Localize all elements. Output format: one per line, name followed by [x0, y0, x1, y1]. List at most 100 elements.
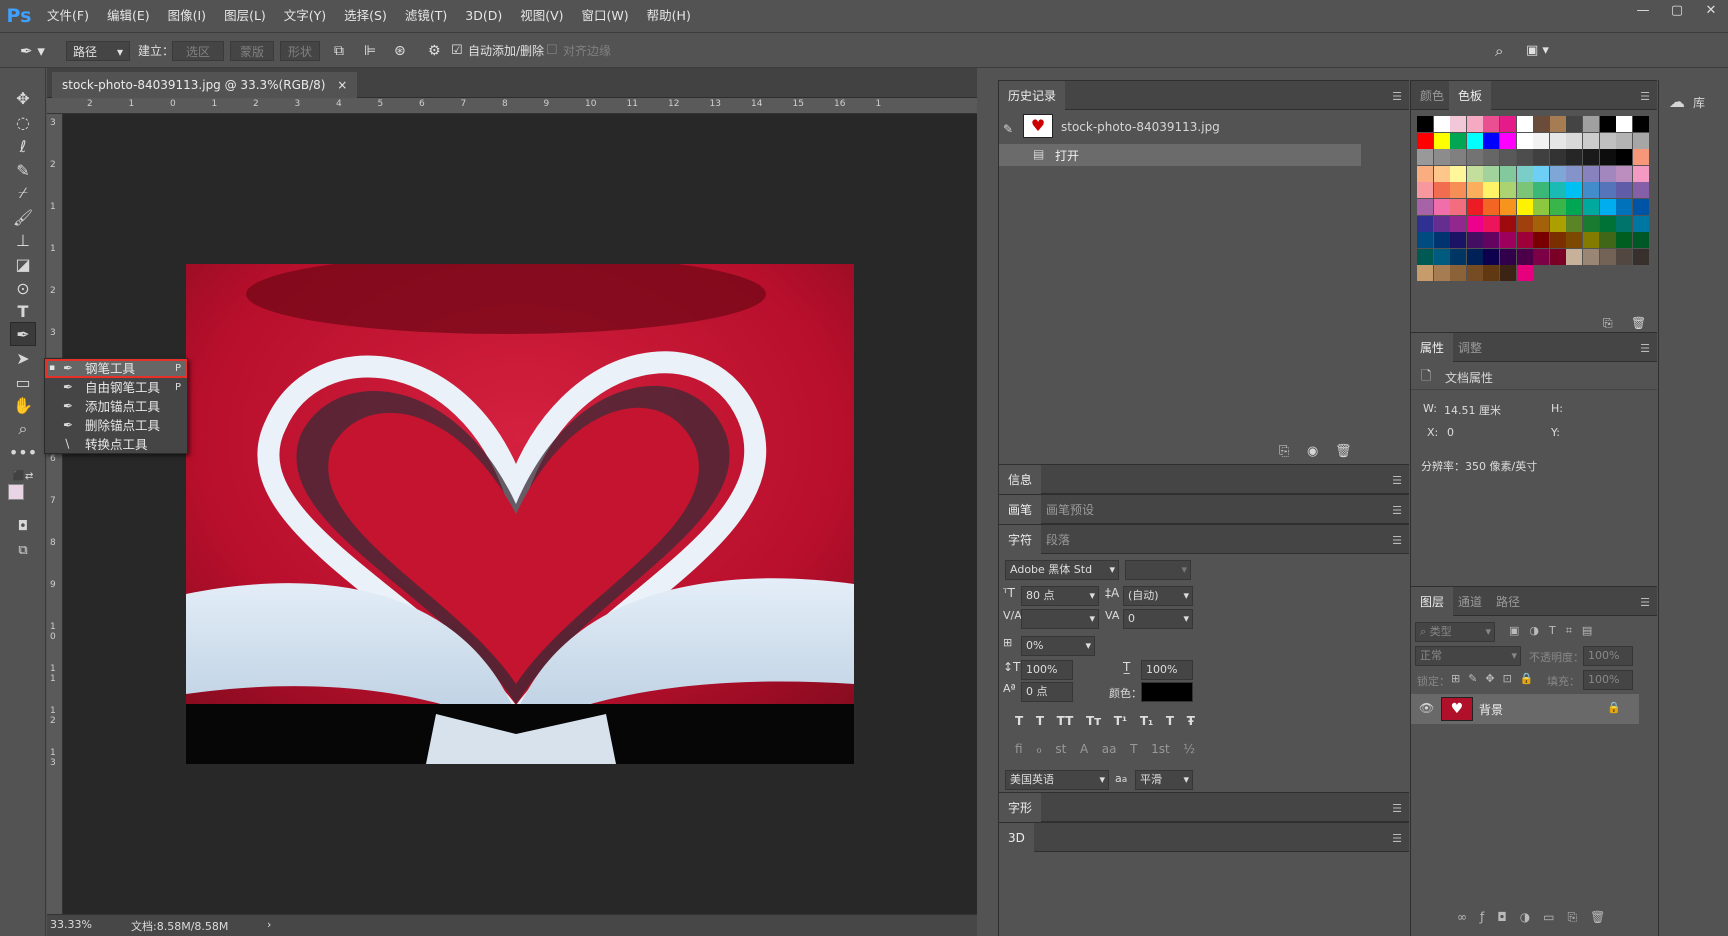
swatch[interactable] [1516, 182, 1533, 199]
menu-item-8[interactable]: 视图(V) [511, 0, 572, 32]
text-style-button[interactable]: Ŧ [1187, 714, 1195, 734]
swatch[interactable] [1500, 232, 1516, 249]
swatch[interactable] [1583, 132, 1599, 149]
text-color-swatch[interactable] [1141, 682, 1193, 702]
panel-menu-icon[interactable]: ☰ [1392, 534, 1402, 547]
swatch[interactable] [1599, 132, 1616, 149]
more-tools-icon[interactable]: ••• [9, 440, 37, 464]
selection-button[interactable]: 选区 ... [172, 41, 224, 79]
swatch[interactable] [1516, 199, 1533, 215]
swatch[interactable] [1450, 265, 1467, 282]
camera-icon[interactable]: ◉ [1307, 444, 1318, 459]
text-style-button[interactable]: T¹ [1114, 714, 1127, 734]
menu-item-6[interactable]: 滤镜(T) [396, 0, 456, 32]
font-size-field[interactable]: 80 点 ▾ [1021, 586, 1099, 606]
swatch[interactable] [1450, 149, 1467, 166]
antialias-select[interactable]: 平滑 ▾ [1135, 770, 1193, 790]
opentype-button[interactable]: st [1055, 742, 1066, 762]
pen-tool-icon[interactable]: ✒ [10, 322, 36, 346]
hand-tool-icon[interactable]: ✋ [10, 393, 36, 417]
delete-swatch-icon[interactable]: 🗑 [1631, 316, 1646, 330]
swatch[interactable] [1417, 182, 1433, 199]
swatch[interactable] [1533, 182, 1550, 199]
quick-mask-icon[interactable]: ◘ [10, 514, 36, 538]
flyout-item-1[interactable]: ✒ 自由钢笔工具 P [45, 378, 187, 397]
swatch[interactable] [1583, 182, 1599, 199]
swatch[interactable] [1433, 199, 1450, 215]
flyout-item-2[interactable]: ✒ 添加锚点工具 [45, 397, 187, 416]
swatch[interactable] [1616, 116, 1633, 132]
cc-libraries-icon[interactable]: ☁ [1669, 92, 1685, 111]
swatch[interactable] [1566, 132, 1583, 149]
minimize-button[interactable]: — [1626, 0, 1660, 24]
swatch[interactable] [1516, 232, 1533, 249]
swatch[interactable] [1450, 165, 1467, 182]
swatch[interactable] [1549, 199, 1566, 215]
swatch[interactable] [1483, 199, 1500, 215]
swatch[interactable] [1533, 199, 1550, 215]
swatch[interactable] [1616, 248, 1633, 265]
path-arrangement-icon[interactable]: ⊛ [394, 41, 406, 61]
swatch[interactable] [1599, 232, 1616, 249]
tsume-field[interactable]: 0% ▾ [1021, 636, 1095, 656]
swatch[interactable] [1616, 165, 1633, 182]
path-alignment-icon[interactable]: ⊫ [364, 41, 376, 61]
fill-field[interactable]: 100% [1583, 670, 1633, 690]
swatch[interactable] [1417, 248, 1433, 265]
workspace-icon[interactable]: ▣ ▾ [1526, 41, 1549, 61]
tab-glyphs[interactable]: 字形 [999, 793, 1042, 823]
swatch[interactable] [1417, 165, 1433, 182]
swatch[interactable] [1466, 149, 1483, 166]
swatch[interactable] [1549, 248, 1566, 265]
swatch[interactable] [1599, 215, 1616, 232]
swatch[interactable] [1450, 182, 1467, 199]
crop-eyedropper-icon[interactable]: ⌿ [10, 181, 36, 205]
swatch[interactable] [1516, 116, 1533, 132]
swatch[interactable] [1466, 116, 1483, 132]
menu-item-7[interactable]: 3D(D) [456, 0, 511, 32]
swatch[interactable] [1616, 199, 1633, 215]
kerning-field[interactable]: ▾ [1021, 609, 1099, 629]
swatch[interactable] [1566, 215, 1583, 232]
panel-menu-icon[interactable]: ☰ [1392, 474, 1402, 487]
swatch[interactable] [1616, 132, 1633, 149]
tab-character[interactable]: 字符 [999, 525, 1042, 555]
layer-row-background[interactable]: 👁 ♥ 背景 🔒 [1411, 694, 1639, 724]
swatch[interactable] [1533, 149, 1550, 166]
zoom-tool-icon[interactable]: ⌕ [10, 417, 36, 441]
opentype-button[interactable]: ½ [1183, 742, 1195, 762]
text-style-button[interactable]: T [1036, 714, 1044, 734]
swatch[interactable] [1632, 199, 1649, 215]
swatch[interactable] [1583, 149, 1599, 166]
opentype-button[interactable]: T [1130, 742, 1137, 762]
blend-mode-select[interactable]: 正常 ▾ [1415, 646, 1521, 666]
swatch[interactable] [1533, 132, 1550, 149]
path-operations-icon[interactable]: ⧉ [334, 41, 344, 61]
opentype-button[interactable]: ℴ [1036, 742, 1042, 762]
swatch[interactable] [1549, 165, 1566, 182]
swatch[interactable] [1466, 248, 1483, 265]
tab-history[interactable]: 历史记录 [999, 81, 1066, 111]
lock-icons[interactable]: ⊞✎✥⊡🔒 [1451, 672, 1542, 685]
swatch[interactable] [1433, 165, 1450, 182]
marquee-tool-icon[interactable]: ◌ [10, 110, 36, 134]
swatch[interactable] [1516, 248, 1533, 265]
swatch[interactable] [1616, 215, 1633, 232]
close-button[interactable]: ✕ [1694, 0, 1728, 24]
swatch[interactable] [1417, 265, 1433, 282]
panel-menu-icon[interactable]: ☰ [1640, 342, 1650, 355]
swatch[interactable] [1599, 116, 1616, 132]
swatch[interactable] [1466, 215, 1483, 232]
gear-icon[interactable]: ⚙ [428, 41, 441, 61]
vertical-scale-field[interactable]: 100% [1021, 660, 1073, 680]
swatch[interactable] [1549, 182, 1566, 199]
swatch[interactable] [1549, 116, 1566, 132]
swatch[interactable] [1632, 182, 1649, 199]
swatch[interactable] [1516, 265, 1533, 282]
layer-filter-icons[interactable]: ▣◑T⌗▤ [1509, 624, 1602, 638]
close-tab-icon[interactable]: × [337, 78, 347, 92]
text-style-button[interactable]: T₁ [1140, 714, 1153, 734]
mode-select[interactable]: 路径 ▾ [66, 41, 130, 61]
brush-tool-icon[interactable]: 🖌 [10, 205, 36, 229]
swatch[interactable] [1533, 215, 1550, 232]
